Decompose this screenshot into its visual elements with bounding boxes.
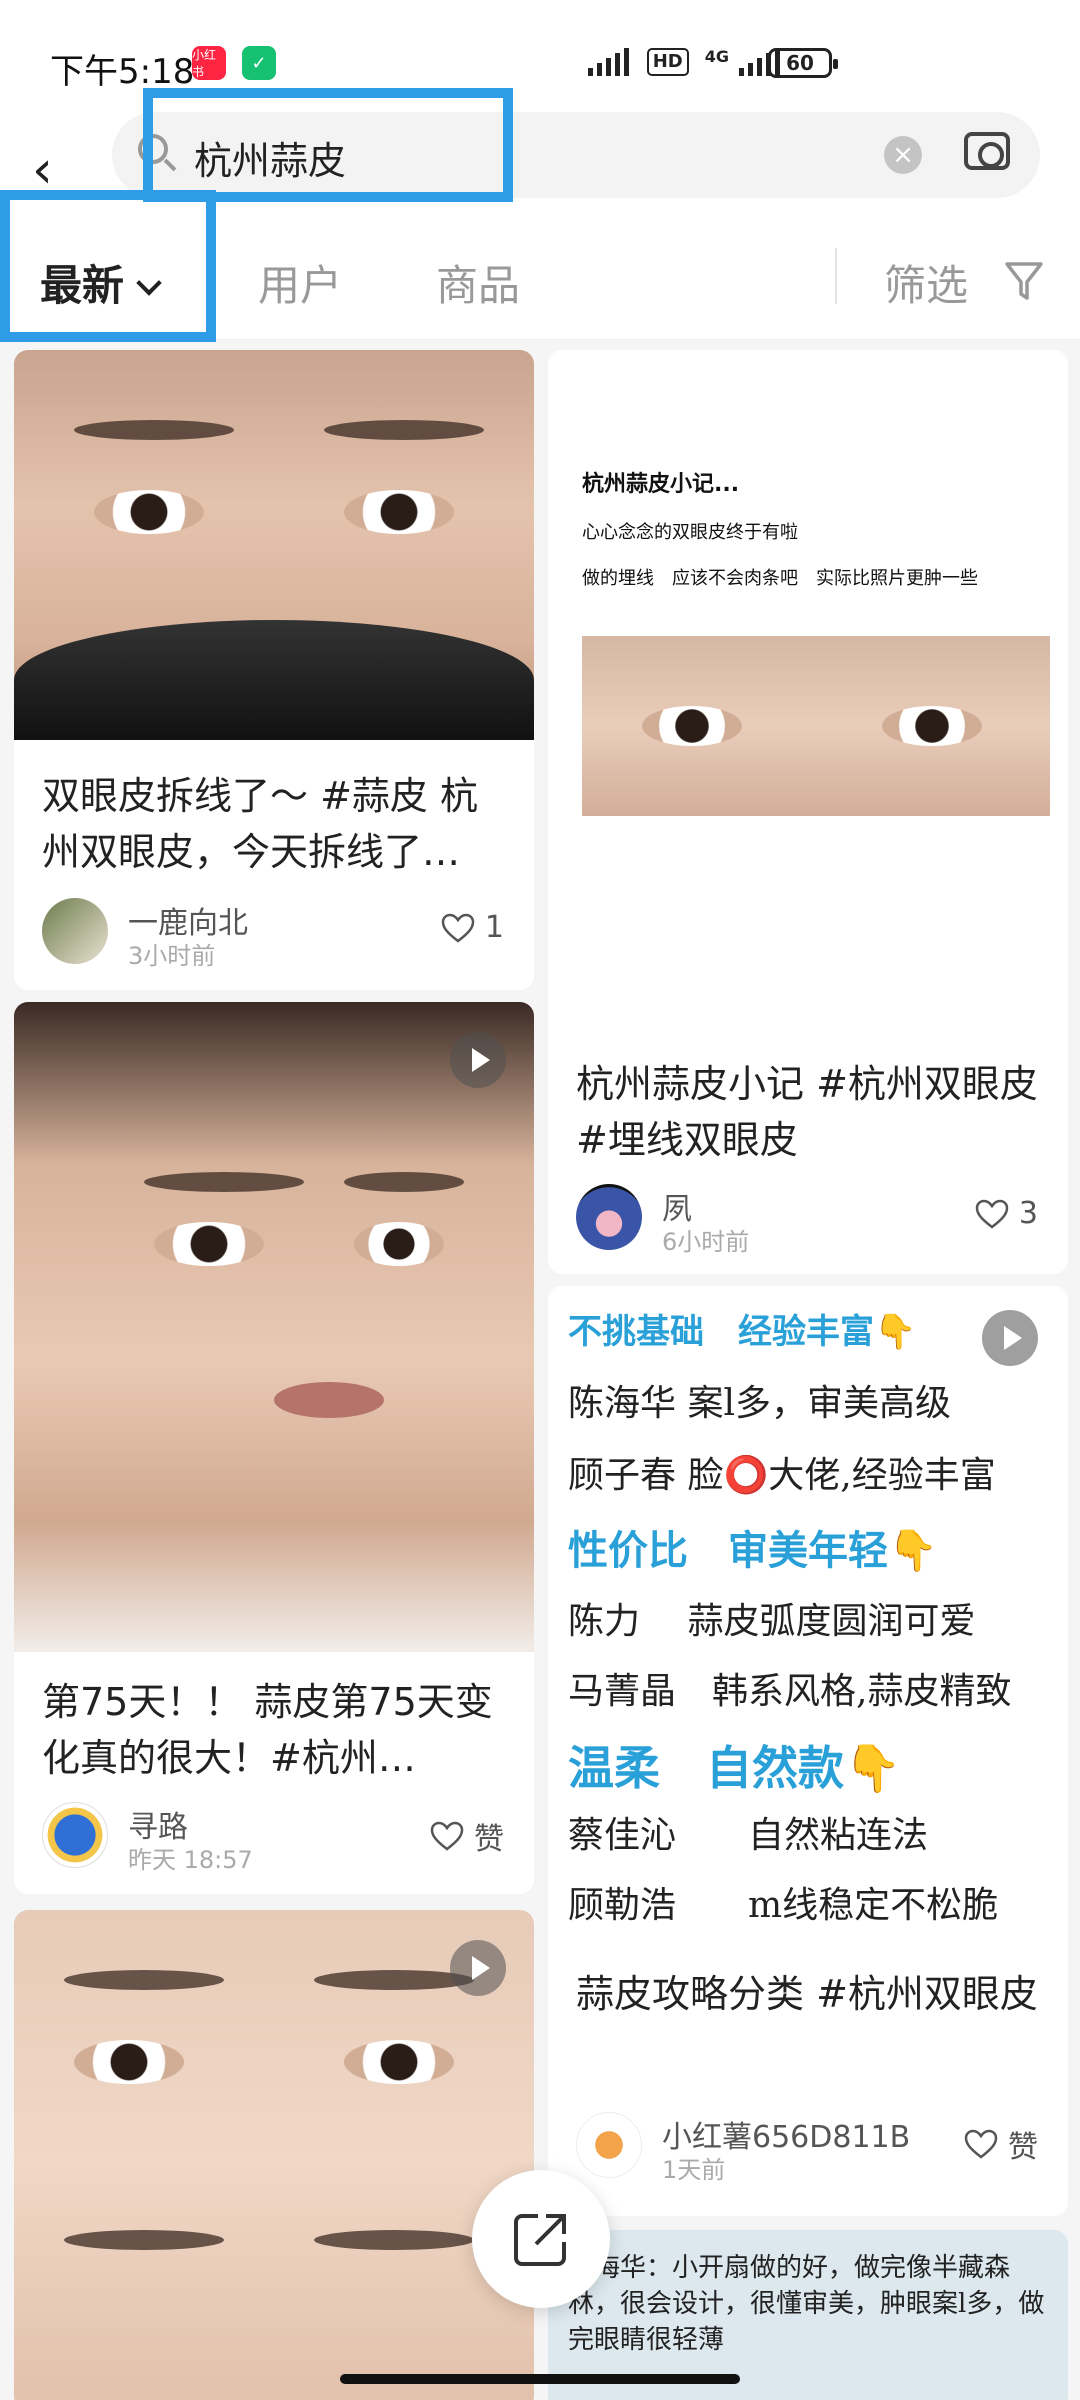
cover-line: 不挑基础 经验丰富👇 <box>568 1312 917 1352</box>
like-button[interactable]: 赞 <box>964 2122 1038 2166</box>
note-title: 杭州蒜皮小记 #杭州双眼皮 #埋线双眼皮 <box>576 1062 1038 1162</box>
eyebrow-shape <box>64 1970 224 1990</box>
network-label: 4G <box>704 46 729 66</box>
eyebrow-shape <box>314 2230 474 2250</box>
cover-line: 蔡佳沁 自然粘连法 <box>568 1815 929 1856</box>
shield-app-icon: ✓ <box>242 46 276 80</box>
eyebrow-shape <box>74 420 234 440</box>
post-time: 6小时前 <box>662 1228 750 1256</box>
note-cover-image <box>14 350 534 740</box>
avatar <box>576 2112 642 2178</box>
note-title: 蒜皮攻略分类 #杭州双眼皮 <box>576 1972 1038 2016</box>
cover-line: 心心念念的双眼皮终于有啦 <box>582 522 798 543</box>
like-count: 3 <box>1018 1196 1038 1231</box>
note-cover-image: 不挑基础 经验丰富👇 陈海华 案l多，审美高级 顾子春 脸⭕大佬,经验丰富 性价… <box>548 1286 1068 1946</box>
eye-shape <box>74 2040 184 2084</box>
like-count: 赞 <box>474 1822 504 1857</box>
eyebrow-shape <box>64 2230 224 2250</box>
search-highlight-box <box>143 88 513 202</box>
cover-line: 性价比 审美年轻👇 <box>568 1528 938 1574</box>
post-time: 1天前 <box>662 2156 726 2184</box>
filter-button[interactable]: 筛选 <box>884 252 968 313</box>
eyebrow-shape <box>144 1172 304 1192</box>
note-card[interactable]: 第75天！！ 蒜皮第75天变化真的很大！#杭州… 寻路 昨天 18:57 赞 <box>14 1002 534 1894</box>
lips-shape <box>274 1382 384 1418</box>
note-title: 双眼皮拆线了～ #蒜皮 杭州双眼皮，今天拆线了… <box>42 774 478 874</box>
home-indicator[interactable] <box>340 2374 740 2384</box>
eye-shape <box>344 2040 454 2084</box>
like-button[interactable]: 3 <box>975 1196 1038 1231</box>
heart-icon <box>964 2129 998 2159</box>
tab-users[interactable]: 用户 <box>258 252 342 313</box>
cover-title: 杭州蒜皮小记... <box>582 472 740 497</box>
like-count: 赞 <box>1008 2130 1038 2165</box>
sunglasses-shape <box>14 620 534 740</box>
avatar <box>576 1184 642 1250</box>
search-results-feed: 双眼皮拆线了～ #蒜皮 杭州双眼皮，今天拆线了… 一鹿向北 3小时前 1 第75… <box>0 340 1080 2400</box>
heart-icon <box>975 1199 1009 1229</box>
xiaohongshu-app-icon: 小红书 <box>192 46 226 80</box>
clear-icon[interactable]: × <box>884 136 922 174</box>
eye-photo <box>582 636 1050 816</box>
camera-icon[interactable] <box>964 132 1010 170</box>
cover-line: 陈力 蒜皮弧度圆润可爱 <box>568 1601 976 1642</box>
post-time: 3小时前 <box>128 942 216 970</box>
signal-icon <box>587 48 629 76</box>
note-card[interactable]: 双眼皮拆线了～ #蒜皮 杭州双眼皮，今天拆线了… 一鹿向北 3小时前 1 <box>14 350 534 990</box>
battery-icon: 60 <box>768 48 838 78</box>
eye-shape <box>642 706 742 746</box>
play-icon <box>450 1940 506 1996</box>
note-cover-image: 杭州蒜皮小记... 心心念念的双眼皮终于有啦 做的埋线 应该不会肉条吧 实际比照… <box>548 350 1068 990</box>
avatar <box>42 1802 108 1868</box>
cover-line: 马菁晶 韩系风格,蒜皮精致 <box>568 1671 1012 1712</box>
like-button[interactable]: 1 <box>441 910 504 945</box>
eyebrow-shape <box>344 1172 464 1192</box>
share-button[interactable] <box>472 2170 610 2308</box>
cover-line: 顾勒浩 m线稳定不松脆 <box>568 1885 999 1926</box>
eye-shape <box>344 490 454 534</box>
cover-line: 温柔 自然款👇 <box>568 1741 902 1795</box>
play-icon <box>982 1310 1038 1366</box>
avatar <box>42 898 108 964</box>
note-title: 第75天！！ 蒜皮第75天变化真的很大！#杭州… <box>42 1680 493 1780</box>
filter-label: 筛选 <box>884 261 969 310</box>
note-card[interactable]: 不挑基础 经验丰富👇 陈海华 案l多，审美高级 顾子春 脸⭕大佬,经验丰富 性价… <box>548 1286 1068 2216</box>
note-card[interactable]: 杭州蒜皮小记... 心心念念的双眼皮终于有啦 做的埋线 应该不会肉条吧 实际比照… <box>548 350 1068 1274</box>
heart-icon <box>430 1821 464 1851</box>
cover-line: 顾子春 脸⭕大佬,经验丰富 <box>568 1455 996 1496</box>
eyebrow-shape <box>324 420 484 440</box>
cover-line: 做的埋线 应该不会肉条吧 实际比照片更肿一些 <box>582 568 978 589</box>
eye-shape <box>94 490 204 534</box>
note-cover-image <box>14 1002 534 1652</box>
note-card[interactable] <box>14 1910 534 2400</box>
like-count: 1 <box>484 910 504 945</box>
tab-products[interactable]: 商品 <box>436 252 520 313</box>
cover-line: 陈海华 案l多，审美高级 <box>568 1383 951 1424</box>
like-button[interactable]: 赞 <box>430 1814 504 1858</box>
eye-shape <box>882 706 982 746</box>
share-icon <box>514 2214 566 2266</box>
filter-icon <box>1005 262 1043 300</box>
hd-icon: HD <box>646 48 689 76</box>
play-icon <box>450 1032 506 1088</box>
post-time: 昨天 18:57 <box>128 1846 253 1874</box>
cover-line: 陈海华：小开扇做的好，做完像半藏森林，很会设计，很懂审美，肿眼案l多，做完眼睛很… <box>568 2253 1045 2355</box>
status-time: 下午5:18 <box>50 52 195 92</box>
tab-divider <box>835 248 837 304</box>
eye-shape <box>154 1222 264 1266</box>
heart-icon <box>441 913 475 943</box>
latest-tab-highlight-box <box>0 190 216 342</box>
eye-shape <box>354 1222 444 1266</box>
